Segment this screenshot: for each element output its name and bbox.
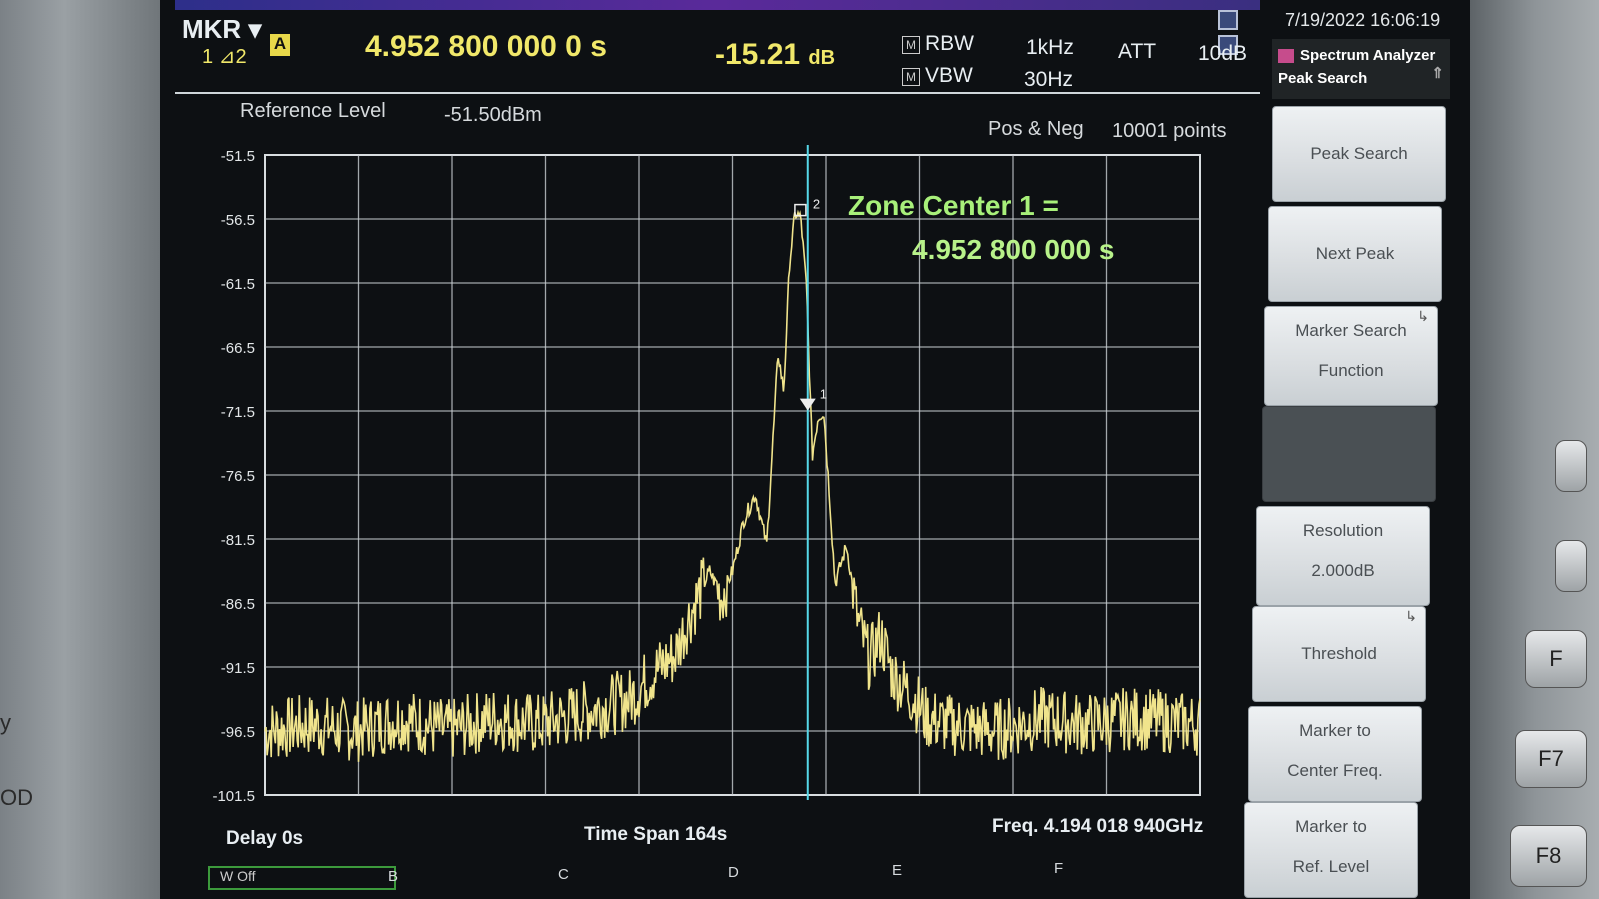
trace-tab-d[interactable]: D bbox=[728, 864, 739, 881]
trace-tab-e[interactable]: E bbox=[892, 862, 902, 879]
delay-label: Delay 0s bbox=[226, 828, 304, 849]
instrument-bezel-left: y OD bbox=[0, 0, 160, 899]
threshold-button[interactable]: ↳ Threshold bbox=[1252, 606, 1426, 702]
y-tick-label: -66.5 bbox=[221, 340, 255, 357]
y-tick-label: -101.5 bbox=[212, 788, 255, 805]
instrument-bezel-right: F F7 F8 bbox=[1470, 0, 1599, 899]
blank-softkey bbox=[1262, 406, 1436, 502]
resolution-button[interactable]: Resolution 2.000dB bbox=[1256, 506, 1430, 606]
panel-subtitle: Peak Search bbox=[1278, 70, 1368, 87]
marker-to-ref-level-button[interactable]: Marker to Ref. Level bbox=[1244, 802, 1418, 898]
side-mark-od: OD bbox=[0, 785, 33, 810]
y-tick-label: -76.5 bbox=[221, 468, 255, 485]
y-tick-labels: -51.5 -56.5 -61.5 -66.5 -71.5 -76.5 -81.5 -86.5… bbox=[212, 148, 255, 805]
marker-layer: 21 bbox=[794, 145, 827, 800]
marker-1-symbol bbox=[799, 398, 816, 411]
zone-center-label: Zone Center 1 = bbox=[848, 190, 1059, 221]
marker-search-function-button[interactable]: ↳ Marker Search Function bbox=[1264, 306, 1438, 406]
peak-search-button[interactable]: Peak Search bbox=[1272, 106, 1446, 202]
spectrum-analyzer-icon bbox=[1278, 49, 1294, 64]
panel-title: Spectrum Analyzer bbox=[1300, 47, 1436, 64]
pin-icon[interactable]: ⇑ bbox=[1431, 64, 1444, 82]
analyzer-screen: MKR ▾ 1 ⊿2 A 4.952 800 000 0 s -15.21 dB… bbox=[160, 0, 1470, 899]
spectrum-plot[interactable]: -51.5 -56.5 -61.5 -66.5 -71.5 -76.5 -81.5 -86.5… bbox=[160, 0, 1260, 899]
hard-key-side[interactable] bbox=[1555, 440, 1587, 492]
y-tick-label: -96.5 bbox=[221, 724, 255, 741]
softkey-panel: Spectrum Analyzer ⇑ Peak Search Peak Sea… bbox=[1244, 34, 1450, 899]
softkey-panel-header: Spectrum Analyzer ⇑ Peak Search bbox=[1272, 39, 1450, 99]
next-peak-button[interactable]: Next Peak bbox=[1268, 206, 1442, 302]
marker-1-label: 1 bbox=[820, 387, 827, 402]
side-mark-y: y bbox=[0, 710, 11, 735]
trace-tab-c[interactable]: C bbox=[558, 866, 569, 883]
hard-key-f8[interactable]: F8 bbox=[1510, 825, 1587, 887]
y-tick-label: -86.5 bbox=[221, 596, 255, 613]
center-freq-label: Freq. 4.194 018 940GHz bbox=[992, 816, 1204, 837]
trace-tab-f[interactable]: F bbox=[1054, 860, 1063, 877]
y-tick-label: -51.5 bbox=[221, 148, 255, 165]
trace-tab-b[interactable]: B bbox=[388, 868, 398, 885]
marker-to-center-freq-button[interactable]: Marker to Center Freq. bbox=[1248, 706, 1422, 802]
submenu-arrow-icon: ↳ bbox=[1405, 608, 1417, 624]
y-tick-label: -56.5 bbox=[221, 212, 255, 229]
y-tick-label: -81.5 bbox=[221, 532, 255, 549]
time-span-label: Time Span 164s bbox=[584, 824, 728, 845]
hard-key-f6[interactable]: F bbox=[1525, 630, 1587, 688]
date-time: 7/19/2022 16:06:19 bbox=[1285, 10, 1441, 30]
y-tick-label: -91.5 bbox=[221, 660, 255, 677]
y-tick-label: -61.5 bbox=[221, 276, 255, 293]
trace-tab-a[interactable]: W Off bbox=[208, 866, 396, 890]
y-tick-label: -71.5 bbox=[221, 404, 255, 421]
marker-2-label: 2 bbox=[813, 197, 820, 212]
hard-key-f7[interactable]: F7 bbox=[1515, 730, 1587, 788]
hard-key-side[interactable] bbox=[1555, 540, 1587, 592]
zone-center-value: 4.952 800 000 s bbox=[912, 234, 1115, 265]
submenu-arrow-icon: ↳ bbox=[1417, 308, 1429, 324]
